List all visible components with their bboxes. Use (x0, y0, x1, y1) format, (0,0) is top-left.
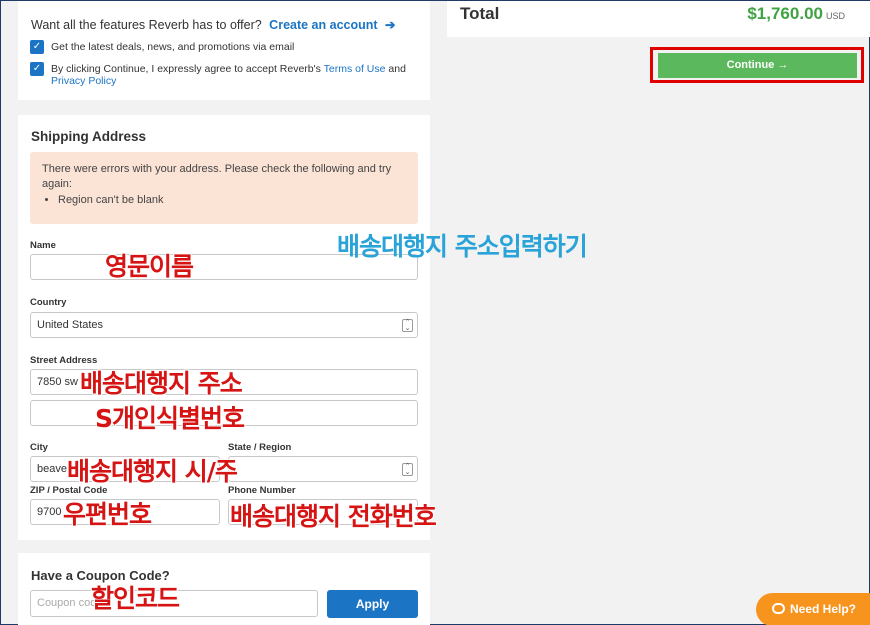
checkbox-checked-icon[interactable]: ✓ (30, 62, 44, 76)
error-message: There were errors with your address. Ple… (42, 163, 392, 190)
annotation-name: 영문이름 (105, 252, 194, 281)
coupon-card: Have a Coupon Code? Coupon code Apply (18, 553, 430, 625)
continue-button[interactable]: Continue → (658, 53, 857, 78)
deals-checkbox-row[interactable]: ✓ Get the latest deals, news, and promot… (30, 40, 294, 54)
state-select[interactable]: ⌃ ⌄ (228, 456, 418, 482)
country-label: Country (30, 297, 67, 308)
annotation-id-code: S개인식별번호 (95, 404, 245, 433)
need-help-button[interactable]: Need Help? (756, 593, 870, 625)
order-total-card: Total $1,760.00 USD (447, 1, 870, 37)
create-account-link[interactable]: Create an account (269, 18, 377, 32)
checkbox-checked-icon[interactable]: ✓ (30, 40, 44, 54)
annotation-city-state: 배송대행지 시/주 (67, 457, 238, 486)
total-label: Total (460, 4, 500, 23)
apply-button[interactable]: Apply (327, 590, 418, 618)
continue-highlight-box: Continue → (650, 47, 864, 83)
privacy-link[interactable]: Privacy Policy (51, 75, 116, 87)
state-label: State / Region (228, 442, 292, 453)
annotation-phone: 배송대행지 전화번호 (230, 502, 437, 531)
error-item: Region can't be blank (58, 193, 406, 208)
city-label: City (30, 442, 48, 453)
address-error-box: There were errors with your address. Ple… (30, 152, 418, 224)
account-card: Want all the features Reverb has to offe… (18, 1, 430, 100)
annotation-coupon: 할인코드 (91, 584, 180, 613)
annotation-street: 배송대행지 주소 (80, 369, 243, 398)
annotation-header: 배송대행지 주소입력하기 (337, 232, 588, 261)
name-label: Name (30, 240, 56, 251)
select-arrows-icon: ⌃ ⌄ (402, 463, 413, 476)
terms-checkbox-row[interactable]: ✓ By clicking Continue, I expressly agre… (30, 62, 420, 87)
currency-label: USD (825, 11, 845, 21)
terms-link[interactable]: Terms of Use (324, 63, 386, 75)
select-arrows-icon: ⌃ ⌄ (402, 319, 413, 332)
annotation-zip: 우편번호 (63, 500, 152, 529)
shipping-title: Shipping Address (31, 129, 147, 144)
total-value: $1,760.00 USD (747, 4, 845, 23)
phone-label: Phone Number (228, 485, 296, 496)
country-select[interactable]: United States ⌃ ⌄ (30, 312, 418, 338)
account-prompt: Want all the features Reverb has to offe… (31, 18, 396, 32)
chat-bubble-icon (772, 603, 785, 614)
arrow-right-icon: ➔ (385, 18, 396, 32)
